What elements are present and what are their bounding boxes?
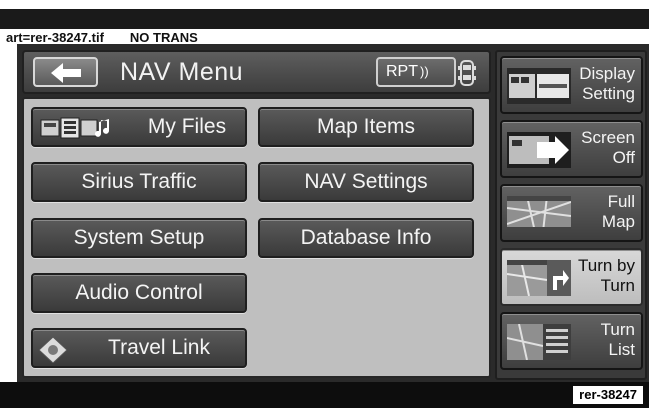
sirius-traffic-button[interactable]: Sirius Traffic	[31, 162, 247, 202]
bottom-black-bar	[0, 382, 649, 408]
full-map-button[interactable]: Full Map	[500, 184, 643, 242]
nav-settings-button[interactable]: NAV Settings	[258, 162, 474, 202]
turn-list-thumbnail-icon	[507, 324, 571, 360]
screen-off-button[interactable]: Screen Off	[500, 120, 643, 178]
reference-label: rer-38247	[573, 386, 643, 404]
travel-link-button[interactable]: Travel Link	[31, 328, 247, 368]
audio-control-label: Audio Control	[75, 281, 203, 304]
art-id-text: art=rer-38247.tif	[6, 30, 104, 45]
back-arrow-icon	[51, 63, 81, 83]
my-files-button[interactable]: My Files	[31, 107, 247, 147]
turn-list-button[interactable]: Turn List	[500, 312, 643, 370]
turn-list-label: Turn List	[600, 320, 635, 359]
travel-link-icon	[39, 337, 67, 363]
audio-control-button[interactable]: Audio Control	[31, 273, 247, 313]
turn-by-turn-thumbnail-icon	[507, 260, 571, 296]
database-info-button[interactable]: Database Info	[258, 218, 474, 258]
sirius-traffic-label: Sirius Traffic	[81, 170, 197, 193]
system-setup-label: System Setup	[73, 226, 205, 249]
back-button[interactable]	[33, 57, 98, 87]
files-icon	[40, 117, 109, 139]
menu-panel: My Files Sirius Traffic System Setup Aud…	[22, 97, 491, 378]
nav-screen: NAV Menu RPT)) My Files Sirius Traffic S…	[17, 44, 649, 382]
car-icon	[458, 60, 476, 86]
display-thumbnail-icon	[507, 68, 571, 104]
full-map-label: Full Map	[601, 192, 635, 231]
top-black-bar	[0, 9, 649, 29]
no-trans-text: NO TRANS	[129, 30, 198, 45]
full-map-thumbnail-icon	[507, 196, 571, 232]
travel-link-label: Travel Link	[108, 336, 210, 359]
view-options-panel: Display Setting Screen Off Full Map Turn…	[495, 50, 647, 380]
database-info-label: Database Info	[300, 226, 432, 249]
system-setup-button[interactable]: System Setup	[31, 218, 247, 258]
map-items-label: Map Items	[316, 115, 416, 138]
repeat-button[interactable]: RPT))	[376, 57, 456, 87]
nav-settings-label: NAV Settings	[304, 170, 428, 193]
repeat-label: RPT	[386, 63, 418, 80]
map-items-button[interactable]: Map Items	[258, 107, 474, 147]
page-title: NAV Menu	[120, 58, 244, 86]
display-setting-label: Display Setting	[579, 64, 635, 103]
header-bar: NAV Menu RPT))	[22, 50, 491, 94]
turn-by-turn-button[interactable]: Turn by Turn	[500, 248, 643, 306]
screen-off-label: Screen Off	[581, 128, 635, 167]
display-setting-button[interactable]: Display Setting	[500, 56, 643, 114]
sound-waves-icon: ))	[420, 64, 429, 79]
screen-off-thumbnail-icon	[507, 132, 571, 168]
turn-by-turn-label: Turn by Turn	[577, 256, 635, 295]
